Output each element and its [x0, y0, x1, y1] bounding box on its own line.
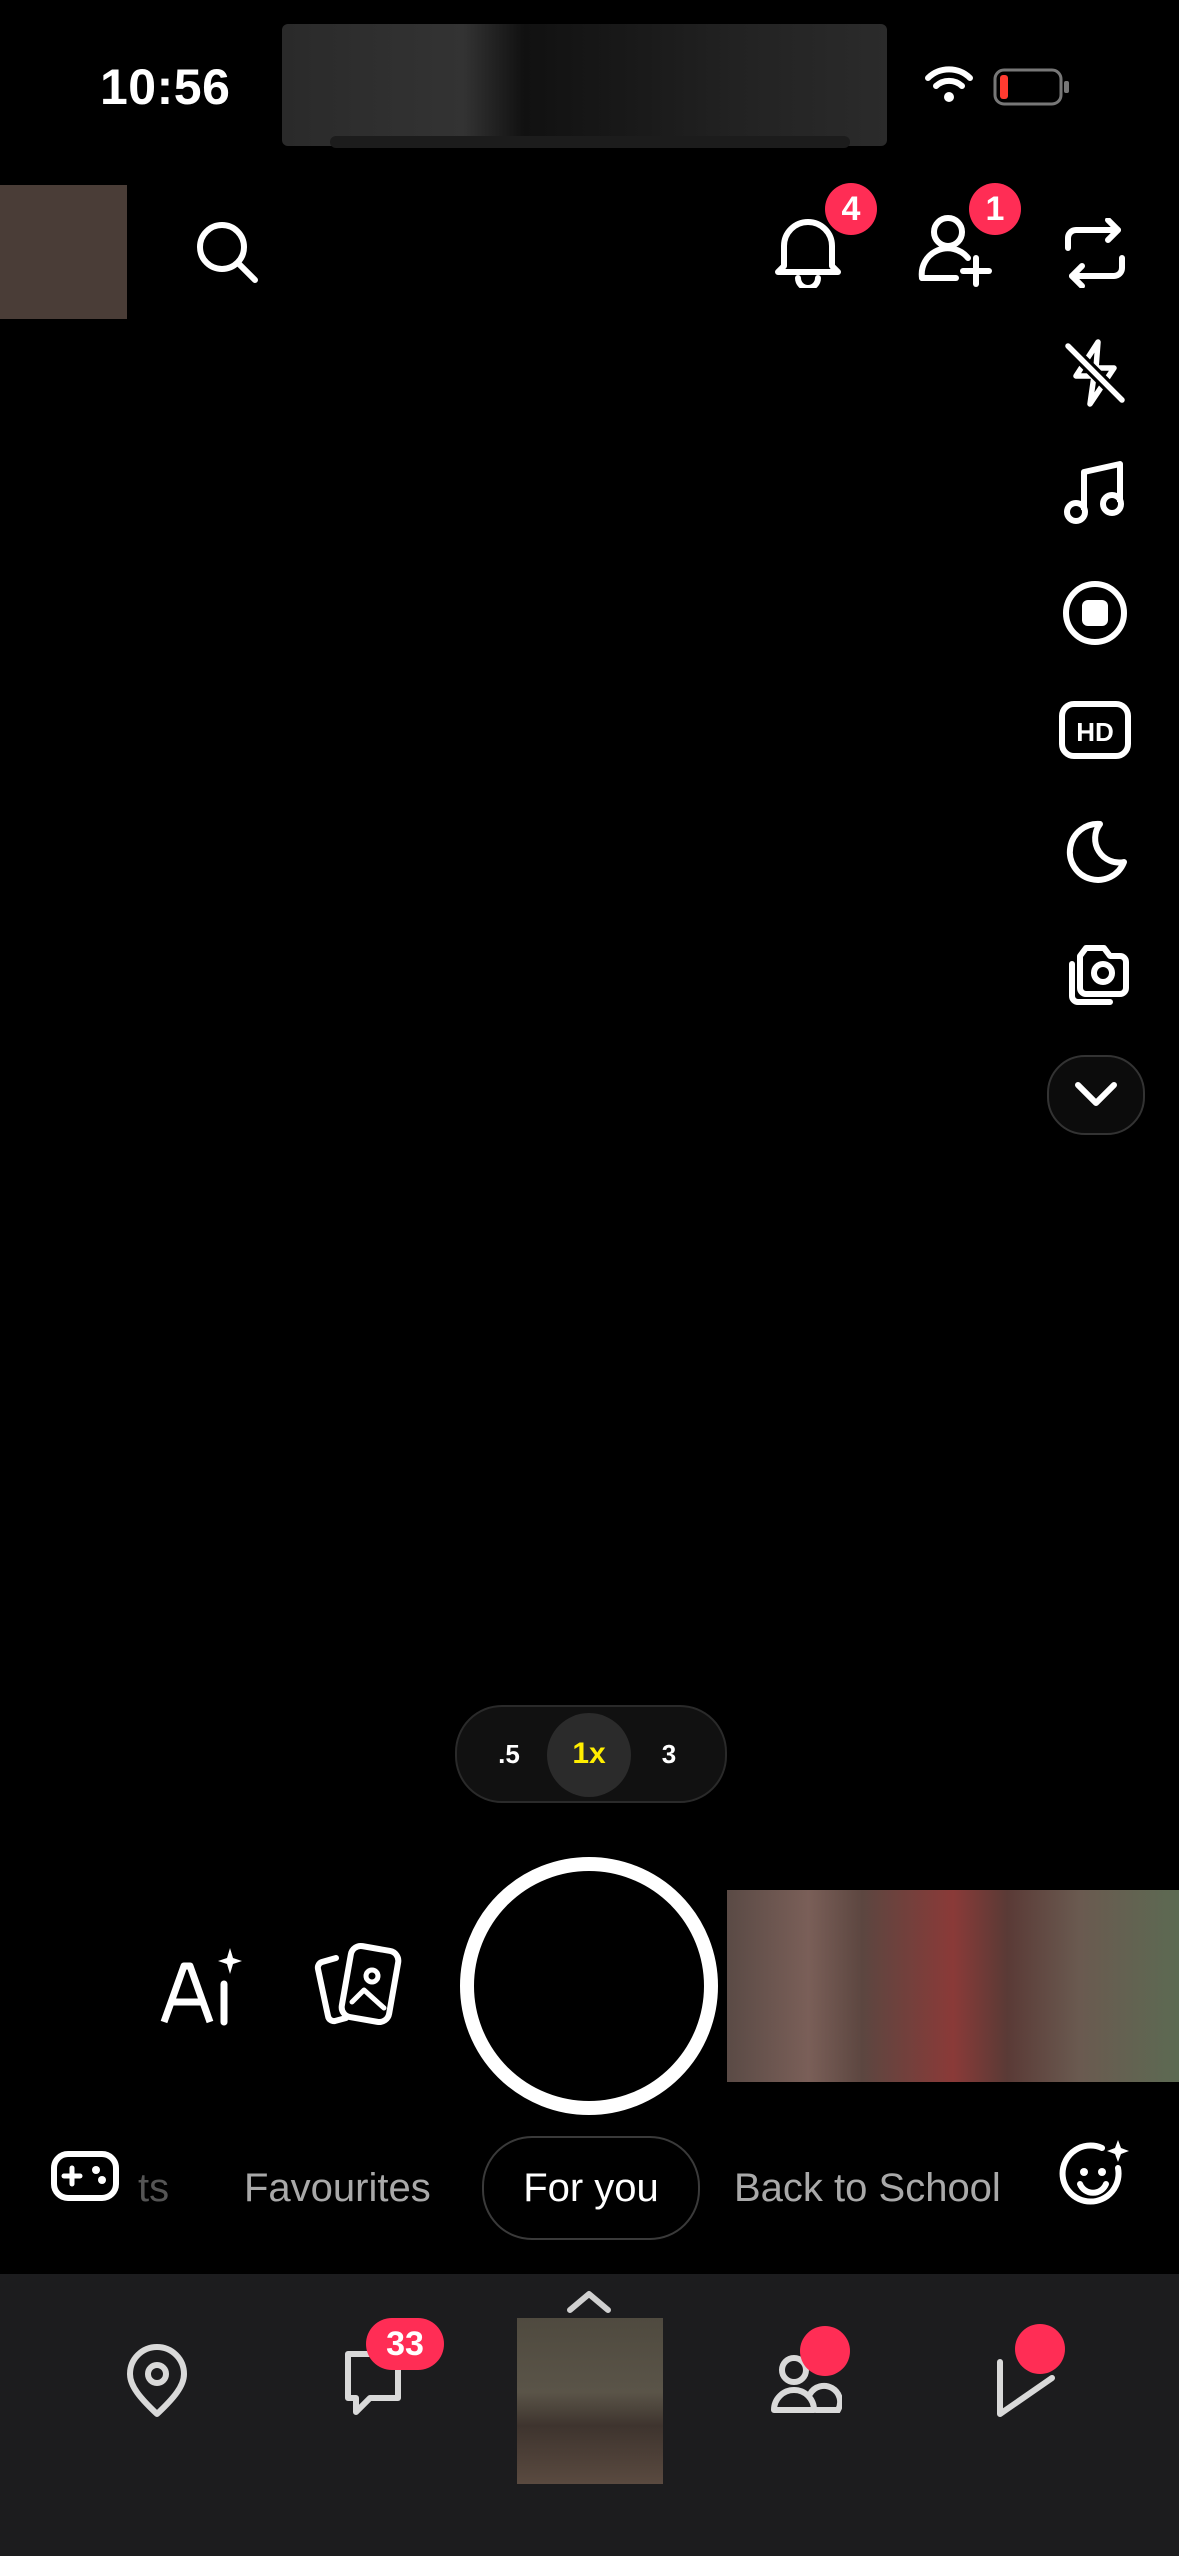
- camera-tab-thumbnail[interactable]: [517, 2318, 663, 2484]
- zoom-selector: .5 1x 3: [455, 1705, 727, 1803]
- chevron-down-icon: [1075, 1082, 1117, 1106]
- memories-cards-icon[interactable]: [312, 1942, 402, 2028]
- lens-category-for-you[interactable]: For you: [482, 2136, 700, 2240]
- night-mode-icon[interactable]: [1060, 818, 1130, 888]
- map-icon[interactable]: [122, 2344, 192, 2420]
- lens-category-favourites[interactable]: Favourites: [244, 2140, 431, 2236]
- flash-off-icon[interactable]: [1060, 338, 1130, 408]
- zoom-option-half[interactable]: .5: [477, 1707, 541, 1801]
- ai-lens-icon[interactable]: [160, 1946, 244, 2026]
- games-icon[interactable]: [50, 2144, 120, 2208]
- chevron-up-icon[interactable]: [556, 2286, 622, 2321]
- capture-shutter-button[interactable]: [460, 1857, 718, 2115]
- zoom-option-3[interactable]: 3: [637, 1707, 701, 1801]
- svg-text:HD: HD: [1076, 717, 1114, 747]
- battery-low-icon: [993, 68, 1073, 106]
- dynamic-island-edge: [330, 136, 850, 148]
- lens-explorer-smiley-icon[interactable]: [1058, 2138, 1132, 2212]
- record-icon[interactable]: [1060, 578, 1130, 648]
- flip-camera-icon[interactable]: [1060, 218, 1130, 288]
- stories-notification-dot: [800, 2326, 850, 2376]
- lens-category-back-to-school[interactable]: Back to School: [734, 2140, 1024, 2236]
- friend-requests-badge: 1: [969, 183, 1021, 235]
- lens-carousel-thumbnails[interactable]: [727, 1890, 1179, 2082]
- bottom-navigation: 33: [0, 2274, 1179, 2556]
- zoom-option-1x[interactable]: 1x: [547, 1707, 631, 1801]
- hd-icon[interactable]: HD: [1058, 698, 1132, 764]
- more-tools-button[interactable]: [1047, 1055, 1145, 1135]
- lens-category-partial[interactable]: ts: [138, 2140, 169, 2236]
- chat-unread-badge: 33: [366, 2318, 444, 2370]
- search-icon[interactable]: [193, 218, 263, 288]
- spotlight-notification-dot: [1015, 2324, 1065, 2374]
- music-note-icon[interactable]: [1060, 458, 1130, 528]
- multi-capture-icon[interactable]: [1060, 936, 1130, 1006]
- carousel-fade: [1000, 2136, 1060, 2236]
- notifications-badge: 4: [825, 183, 877, 235]
- dynamic-island-blurred: [282, 24, 887, 146]
- wifi-icon: [924, 64, 974, 104]
- status-time: 10:56: [100, 59, 231, 115]
- profile-bitmoji-thumbnail[interactable]: [0, 185, 127, 319]
